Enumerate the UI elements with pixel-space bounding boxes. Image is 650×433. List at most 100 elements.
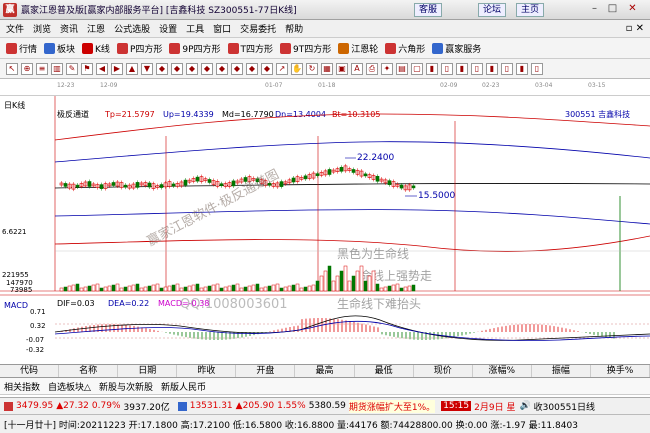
col-prev-close[interactable]: 昨收 bbox=[177, 365, 237, 377]
date-tick: 03-04 bbox=[535, 82, 553, 89]
col-low[interactable]: 最低 bbox=[355, 365, 414, 377]
diamond-icon[interactable]: ◆ bbox=[156, 62, 168, 75]
bars2-icon[interactable]: ▯ bbox=[441, 62, 453, 75]
main-toolbar: 行情 板块 K线 P四方形 9P四方形 T四方形 9T四方形 江恩轮 六角形 赢家服务 bbox=[0, 38, 650, 59]
box-icon[interactable]: ▢ bbox=[411, 62, 423, 75]
volume-bar bbox=[183, 286, 188, 292]
flag-icon[interactable]: ⚑ bbox=[81, 62, 93, 75]
menu-formula[interactable]: 公式选股 bbox=[114, 22, 150, 35]
col-price[interactable]: 现价 bbox=[414, 365, 473, 377]
tab-related-index[interactable]: 相关指数 bbox=[4, 380, 40, 393]
toolbar-item-8[interactable]: 六角形 bbox=[385, 42, 425, 55]
down-icon[interactable]: ▼ bbox=[141, 62, 153, 75]
toolbar-item-3[interactable]: P四方形 bbox=[116, 42, 162, 55]
tab-new-rmb[interactable]: 新版人民币 bbox=[161, 380, 206, 393]
toolbar-item-1[interactable]: 板块 bbox=[44, 42, 75, 55]
menu-browse[interactable]: 浏览 bbox=[33, 22, 51, 35]
menu-settings[interactable]: 设置 bbox=[159, 22, 177, 35]
bars3-icon[interactable]: ▮ bbox=[456, 62, 468, 75]
watermark-text: 赢家江恩软件·极反通道图 bbox=[144, 166, 281, 249]
col-change-pct[interactable]: 涨幅% bbox=[473, 365, 532, 377]
bars8-icon[interactable]: ▯ bbox=[531, 62, 543, 75]
minimize-icon[interactable]: – bbox=[588, 3, 601, 16]
diamond2-icon[interactable]: ◆ bbox=[171, 62, 183, 75]
date-tick: 12-09 bbox=[100, 82, 118, 89]
menu-restore-icon[interactable]: ▫ ✕ bbox=[626, 23, 644, 34]
tab-new-stocks[interactable]: 新股与次新股 bbox=[99, 380, 153, 393]
col-turnover[interactable]: 换手% bbox=[591, 365, 650, 377]
menu-file[interactable]: 文件 bbox=[6, 22, 24, 35]
diamond8-icon[interactable]: ◆ bbox=[261, 62, 273, 75]
save-icon[interactable]: ▣ bbox=[336, 62, 348, 75]
bars4-icon[interactable]: ▯ bbox=[471, 62, 483, 75]
toolbar-item-9[interactable]: 赢家服务 bbox=[432, 42, 481, 55]
bars6-icon[interactable]: ▯ bbox=[501, 62, 513, 75]
arrow-icon[interactable]: ↗ bbox=[276, 62, 288, 75]
close-icon[interactable]: ✕ bbox=[626, 3, 639, 16]
menu-info[interactable]: 资讯 bbox=[60, 22, 78, 35]
diamond4-icon[interactable]: ◆ bbox=[201, 62, 213, 75]
star-icon[interactable]: ✦ bbox=[381, 62, 393, 75]
volume-bar bbox=[203, 286, 208, 292]
zoom-icon[interactable]: ⊕ bbox=[21, 62, 33, 75]
diamond5-icon[interactable]: ◆ bbox=[216, 62, 228, 75]
volume-bar bbox=[239, 287, 244, 292]
col-amplitude[interactable]: 振幅 bbox=[532, 365, 591, 377]
hand-icon[interactable]: ✋ bbox=[291, 62, 303, 75]
col-date[interactable]: 日期 bbox=[118, 365, 178, 377]
grid2-icon[interactable]: ▤ bbox=[396, 62, 408, 75]
menu-gann[interactable]: 江恩 bbox=[87, 22, 105, 35]
diamond3-icon[interactable]: ◆ bbox=[186, 62, 198, 75]
volume-bar bbox=[375, 283, 380, 292]
list-icon[interactable]: ≡ bbox=[36, 62, 48, 75]
sound-icon[interactable]: 🔊 bbox=[519, 401, 530, 411]
sh-change: ▲27.32 bbox=[56, 401, 89, 411]
kline-chart-area[interactable]: 日K线 极反通道 Tp=21.5797 Up=19.4339 Md=16.779… bbox=[0, 96, 650, 364]
refresh-icon[interactable]: ↻ bbox=[306, 62, 318, 75]
col-code[interactable]: 代码 bbox=[0, 365, 60, 377]
print-icon[interactable]: ⎙ bbox=[366, 62, 378, 75]
toolbar-item-7[interactable]: 江恩轮 bbox=[338, 42, 378, 55]
tab-watchlist[interactable]: 自选板块△ bbox=[48, 380, 91, 393]
table-icon[interactable]: ▦ bbox=[321, 62, 333, 75]
bars5-icon[interactable]: ▮ bbox=[486, 62, 498, 75]
col-open[interactable]: 开盘 bbox=[236, 365, 296, 377]
sh-amount: 3937.20亿 bbox=[123, 402, 170, 413]
volume-bar bbox=[191, 284, 196, 292]
bars7-icon[interactable]: ▮ bbox=[516, 62, 528, 75]
macd-label: MACD bbox=[4, 301, 28, 310]
toolbar-item-6[interactable]: 9T四方形 bbox=[280, 42, 331, 55]
toolbar-item-5[interactable]: T四方形 bbox=[227, 42, 273, 55]
a-icon[interactable]: A bbox=[351, 62, 363, 75]
volume-bar bbox=[175, 283, 180, 292]
menu-tools[interactable]: 工具 bbox=[186, 22, 204, 35]
toolbar-item-0[interactable]: 行情 bbox=[6, 42, 37, 55]
maximize-icon[interactable]: □ bbox=[606, 3, 619, 16]
toolbar-item-4[interactable]: 9P四方形 bbox=[169, 42, 221, 55]
forum-button[interactable]: 论坛 bbox=[478, 3, 506, 17]
cursor-icon[interactable]: ↖ bbox=[6, 62, 18, 75]
col-high[interactable]: 最高 bbox=[295, 365, 355, 377]
volume-bar bbox=[259, 287, 264, 292]
volume-bar bbox=[219, 287, 224, 292]
chart-icon[interactable]: ▥ bbox=[51, 62, 63, 75]
annotation-line-3: 生命线下难抬头 bbox=[337, 296, 421, 311]
kline-chart[interactable]: 日K线 极反通道 Tp=21.5797 Up=19.4339 Md=16.779… bbox=[0, 96, 650, 364]
next-icon[interactable]: ▶ bbox=[111, 62, 123, 75]
volume-bar bbox=[283, 286, 288, 292]
menu-help[interactable]: 帮助 bbox=[285, 22, 303, 35]
menu-trade[interactable]: 交易委托 bbox=[240, 22, 276, 35]
diamond6-icon[interactable]: ◆ bbox=[231, 62, 243, 75]
diamond7-icon[interactable]: ◆ bbox=[246, 62, 258, 75]
pen-icon[interactable]: ✎ bbox=[66, 62, 78, 75]
up-icon[interactable]: ▲ bbox=[126, 62, 138, 75]
volume-bar bbox=[291, 284, 296, 292]
prev-icon[interactable]: ◀ bbox=[96, 62, 108, 75]
toolbar-item-2[interactable]: K线 bbox=[82, 42, 110, 55]
home-button[interactable]: 主页 bbox=[516, 3, 544, 17]
bars-icon[interactable]: ▮ bbox=[426, 62, 438, 75]
col-name[interactable]: 名称 bbox=[59, 365, 119, 377]
up-band bbox=[54, 141, 650, 163]
service-button[interactable]: 客服 bbox=[414, 3, 442, 17]
menu-window[interactable]: 窗口 bbox=[213, 22, 231, 35]
